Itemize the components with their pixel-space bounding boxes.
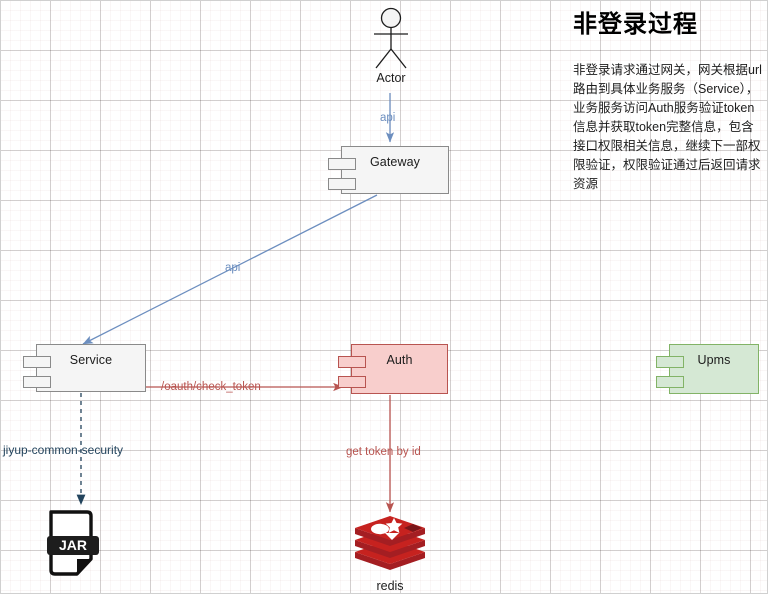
gateway-port-top	[328, 158, 356, 170]
edge-label-gateway-service: api	[225, 262, 241, 274]
actor-label: Actor	[376, 71, 406, 85]
edge-label-actor-gateway: api	[380, 112, 396, 124]
actor-stick-figure-icon	[374, 7, 408, 69]
auth-label: Auth	[386, 353, 413, 367]
auth-port-bottom	[338, 376, 366, 388]
gateway-port-bottom	[328, 178, 356, 190]
upms-port-bottom	[656, 376, 684, 388]
service-label: Service	[69, 353, 113, 367]
component-gateway[interactable]: Gateway	[328, 146, 449, 194]
edge-label-service-jar: jiyup-common-security	[3, 443, 124, 457]
page-title: 非登录过程	[573, 11, 698, 38]
redis-logo-icon	[355, 516, 425, 570]
edge-label-service-auth: /oauth/check_token	[161, 381, 261, 393]
upms-label: Upms	[697, 353, 731, 367]
upms-port-top	[656, 356, 684, 368]
edge-label-auth-redis: get token by id	[346, 446, 421, 458]
service-port-bottom	[23, 376, 51, 388]
auth-port-top	[338, 356, 366, 368]
service-port-top	[23, 356, 51, 368]
redis-label: redis	[376, 579, 404, 593]
title-block: 非登录过程 非登录请求通过网关，网关根据url路由到具体业务服务（Service…	[573, 11, 767, 194]
jar-badge-text: JAR	[59, 537, 87, 553]
component-auth[interactable]: Auth	[338, 344, 448, 394]
page-description: 非登录请求通过网关，网关根据url路由到具体业务服务（Service），业务服务…	[573, 62, 762, 191]
component-upms[interactable]: Upms	[656, 344, 759, 394]
jar-file-icon: JAR	[47, 510, 99, 576]
component-service[interactable]: Service	[23, 344, 146, 392]
diagram-canvas[interactable]: Actor Gateway Service Auth Upms api api …	[0, 0, 768, 594]
gateway-label: Gateway	[369, 155, 421, 169]
